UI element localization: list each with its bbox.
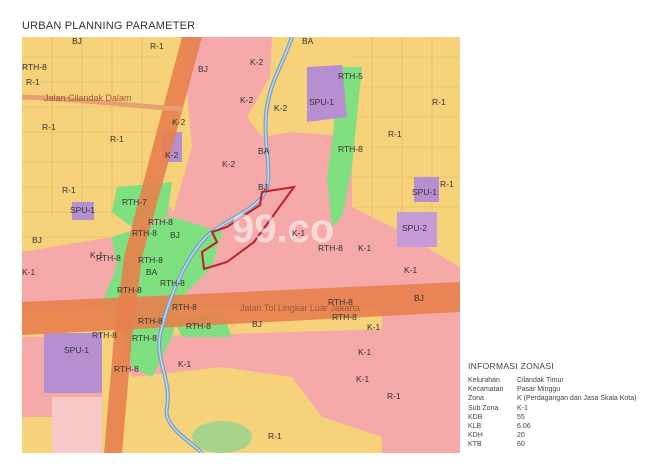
zone-label: RTH-8 bbox=[328, 297, 353, 307]
zone-label: K-2 bbox=[172, 117, 186, 127]
zone-label: SPU-1 bbox=[309, 97, 334, 107]
zone-label: R-1 bbox=[268, 431, 282, 441]
info-key: Kecamatan bbox=[468, 386, 504, 394]
zone-label: RTH-8 bbox=[148, 217, 173, 227]
info-key: KDH bbox=[468, 432, 483, 440]
zone-label: BA bbox=[258, 146, 270, 156]
info-key: KLB bbox=[468, 423, 482, 431]
info-value: 60 bbox=[517, 441, 525, 449]
zone-label: BJ bbox=[32, 235, 42, 245]
info-value: K-1 bbox=[517, 404, 528, 412]
zone-label: SPU-1 bbox=[70, 205, 95, 215]
zone-label: BJ bbox=[252, 319, 262, 329]
info-key: KTB bbox=[468, 441, 482, 449]
zone-label: K-1 bbox=[404, 265, 418, 275]
zone-label: K-1 bbox=[358, 347, 372, 357]
zone-label: RTH-8 bbox=[132, 333, 157, 343]
zone-label: BJ bbox=[258, 182, 268, 192]
zone-label: RTH-8 bbox=[22, 62, 47, 72]
info-value: Pasar Minggu bbox=[517, 386, 561, 394]
info-row: KLB 6.06 bbox=[468, 422, 636, 431]
zone-label: BJ bbox=[198, 64, 208, 74]
zone-label: R-1 bbox=[150, 41, 164, 51]
zone-label: RTH-7 bbox=[122, 197, 147, 207]
info-value: 55 bbox=[517, 413, 525, 421]
zone-label: RTH-8 bbox=[117, 285, 142, 295]
info-key: Sub Zona bbox=[468, 404, 499, 412]
zone-label: RTH-8 bbox=[114, 364, 139, 374]
info-key: Zona bbox=[468, 395, 484, 403]
zone-label: BJ bbox=[72, 37, 82, 46]
zone-label: BA bbox=[302, 37, 314, 46]
zone-label: K-2 bbox=[250, 57, 264, 67]
zone-label: R-1 bbox=[26, 77, 40, 87]
info-value: 6.06 bbox=[517, 423, 531, 431]
zone-label: R-1 bbox=[387, 391, 401, 401]
zone-label: RTH-5 bbox=[338, 71, 363, 81]
zone-label: RTH-8 bbox=[132, 228, 157, 238]
zone-label: BJ bbox=[414, 293, 424, 303]
zone-label: K-2 bbox=[274, 103, 288, 113]
zone-label: RTH-8 bbox=[172, 302, 197, 312]
zone-label: K-1 bbox=[90, 250, 104, 260]
zone-label: R-1 bbox=[388, 129, 402, 139]
zone-label: RTH-8 bbox=[186, 321, 211, 331]
info-row: KDB 55 bbox=[468, 413, 636, 422]
zone-label: RTH-8 bbox=[332, 312, 357, 322]
zone-label: K-1 bbox=[356, 374, 370, 384]
public-zone-spu1-west bbox=[44, 333, 102, 393]
info-row: KDH 20 bbox=[468, 431, 636, 440]
zone-label: K-2 bbox=[222, 159, 236, 169]
info-key: Kelurahan bbox=[468, 377, 500, 384]
zone-label: K-1 bbox=[22, 267, 36, 277]
zone-label: R-1 bbox=[432, 97, 446, 107]
zoning-map-canvas: 99.co Jalan Cilandak Dalam Jalan Tol Lin… bbox=[22, 37, 460, 453]
zone-label: BA bbox=[146, 267, 158, 277]
zone-label: RTH-8 bbox=[138, 316, 163, 326]
zone-label: RTH-8 bbox=[318, 243, 343, 253]
info-value: Cilandak Timur bbox=[517, 377, 564, 384]
info-key: KDB bbox=[468, 413, 483, 421]
zone-label: R-1 bbox=[42, 122, 56, 132]
zone-label: RTH-8 bbox=[338, 144, 363, 154]
zone-label: R-1 bbox=[62, 185, 76, 195]
commercial-zone-light bbox=[52, 397, 102, 453]
info-value: 20 bbox=[517, 432, 525, 440]
info-row: KTB 60 bbox=[468, 440, 636, 449]
info-value: K (Perdagangan dan Jasa Skala Kota) bbox=[517, 395, 637, 403]
info-row: Sub Zona K-1 bbox=[468, 404, 636, 413]
zoning-info-title: INFORMASI ZONASI bbox=[468, 361, 555, 371]
info-row: Kelurahan Cilandak Timur bbox=[468, 376, 636, 385]
zone-label: R-1 bbox=[110, 134, 124, 144]
road-label-cilandak: Jalan Cilandak Dalam bbox=[44, 93, 132, 103]
zone-label: K-2 bbox=[165, 150, 179, 160]
zone-label: BJ bbox=[170, 230, 180, 240]
park-zone bbox=[192, 421, 252, 453]
commercial-zone-se bbox=[382, 307, 460, 453]
zone-label: R-1 bbox=[440, 179, 454, 189]
zone-label: RTH-8 bbox=[160, 278, 185, 288]
zone-label: RTH-8 bbox=[92, 330, 117, 340]
zone-label: SPU-2 bbox=[402, 223, 427, 233]
zoning-info-panel: INFORMASI ZONASI Kelurahan Cilandak Timur… bbox=[468, 361, 636, 450]
zone-label: SPU-1 bbox=[412, 187, 437, 197]
zone-label: RTH-8 bbox=[138, 255, 163, 265]
page-title: URBAN PLANNING PARAMETER bbox=[22, 20, 196, 32]
info-row: Zona K (Perdagangan dan Jasa Skala Kota) bbox=[468, 394, 636, 403]
zoning-map[interactable]: 99.co Jalan Cilandak Dalam Jalan Tol Lin… bbox=[22, 37, 460, 453]
zone-label: SPU-1 bbox=[64, 345, 89, 355]
zone-label: K-1 bbox=[367, 322, 381, 332]
info-row: Kecamatan Pasar Minggu bbox=[468, 385, 636, 394]
zone-label: K-1 bbox=[358, 243, 372, 253]
zone-label: K-2 bbox=[240, 95, 254, 105]
zone-label: K-1 bbox=[292, 228, 306, 238]
zone-label: K-1 bbox=[178, 359, 192, 369]
